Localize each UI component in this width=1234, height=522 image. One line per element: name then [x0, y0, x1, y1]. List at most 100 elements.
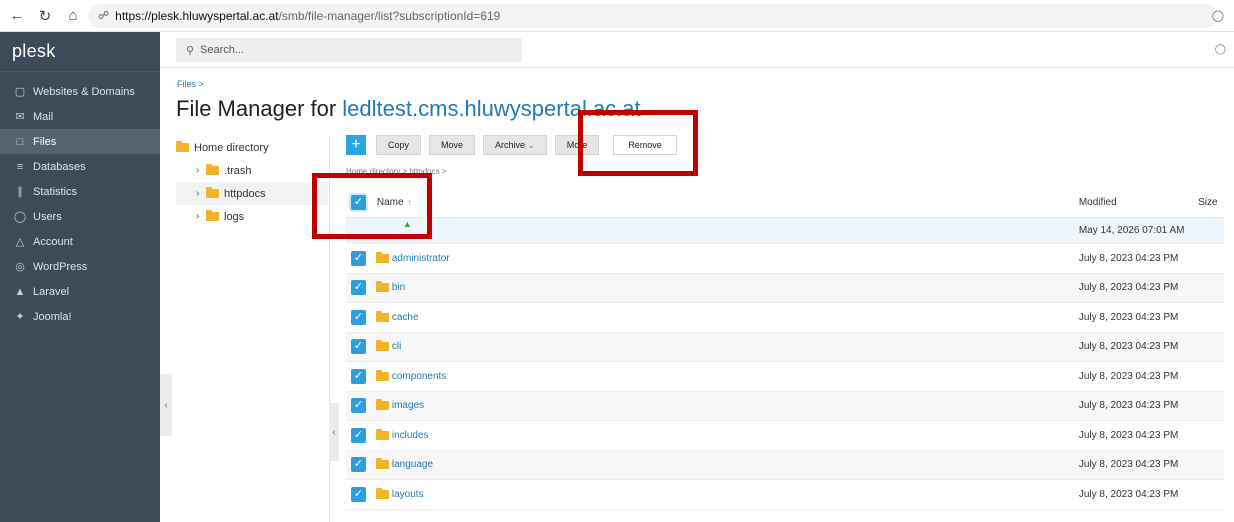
sidebar-item-websites-domains[interactable]: ▢ Websites & Domains	[0, 79, 160, 104]
row-checkbox[interactable]: ✓	[350, 398, 366, 414]
tree-item-logs[interactable]: › logs	[176, 205, 328, 228]
sidebar-item-joomla[interactable]: ✦ Joomla!	[0, 304, 160, 329]
tree-item-home[interactable]: Home directory	[176, 136, 328, 159]
browser-profile-icon[interactable]: ◯	[1212, 9, 1224, 22]
directory-tree: Home directory › .trash › httpdocs › log…	[176, 136, 328, 228]
row-checkbox[interactable]: ✓	[350, 368, 366, 384]
chevron-right-icon[interactable]: ›	[196, 188, 206, 199]
sidebar-item-wordpress[interactable]: ◎ WordPress	[0, 254, 160, 279]
folder-icon	[375, 369, 389, 381]
sidebar-item-files[interactable]: □ Files	[0, 129, 160, 154]
sidebar-item-laravel[interactable]: ▲ Laravel	[0, 279, 160, 304]
chevron-down-icon: ⌄	[528, 140, 535, 150]
sidebar-item-label: Mail	[33, 110, 54, 123]
modified-cell: July 8, 2023 04:23 PM	[1078, 459, 1179, 471]
sidebar-item-users[interactable]: ◯ Users	[0, 204, 160, 229]
file-name-link[interactable]: components	[392, 371, 446, 382]
table-row[interactable]: ✓ cli July 8, 2023 04:23 PM	[346, 332, 1224, 362]
breadcrumb-files-link[interactable]: Files	[177, 79, 196, 89]
chevron-left-icon: ‹	[332, 426, 336, 438]
url-path: /smb/file-manager/list?subscriptionId=61…	[278, 8, 501, 23]
tree-collapse-button[interactable]: ‹	[329, 403, 339, 461]
page-title-prefix: File Manager for	[176, 96, 343, 121]
file-name-link[interactable]: cache	[392, 312, 419, 323]
annotation-highlight-box	[312, 173, 432, 239]
tree-item-label: Home directory	[194, 141, 269, 154]
sidebar: plesk ▢ Websites & Domains ✉ Mail □ File…	[0, 32, 160, 522]
archive-button[interactable]: Archive ⌄	[483, 135, 547, 155]
statistics-icon: ∥	[17, 186, 23, 198]
column-header-modified[interactable]: Modified	[1079, 197, 1198, 208]
sidebar-item-mail[interactable]: ✉ Mail	[0, 104, 160, 129]
folder-icon	[375, 458, 389, 470]
sidebar-item-account[interactable]: △ Account	[0, 229, 160, 254]
table-row[interactable]: ✓ language July 8, 2023 04:23 PM	[346, 450, 1224, 480]
row-checkbox[interactable]: ✓	[350, 309, 366, 325]
file-name-link[interactable]: includes	[392, 430, 429, 441]
file-name-link[interactable]: language	[392, 459, 433, 470]
table-row[interactable]: ✓ cache July 8, 2023 04:23 PM	[346, 303, 1224, 333]
tree-item-label: logs	[224, 210, 245, 223]
table-row[interactable]: ✓ images July 8, 2023 04:23 PM	[346, 391, 1224, 421]
add-button[interactable]: +	[346, 135, 366, 155]
file-name-link[interactable]: bin	[392, 282, 405, 293]
sidebar-item-label: WordPress	[33, 260, 88, 273]
folder-icon	[176, 141, 189, 152]
folder-icon	[206, 210, 219, 221]
row-checkbox[interactable]: ✓	[350, 427, 366, 443]
tree-item-label: .trash	[224, 164, 252, 177]
modified-cell: July 8, 2023 04:23 PM	[1078, 370, 1179, 382]
file-name-link[interactable]: cli	[392, 341, 401, 352]
sidebar-item-label: Laravel	[33, 285, 70, 298]
move-button[interactable]: Move	[429, 135, 476, 155]
plus-icon: +	[351, 136, 361, 153]
modified-cell: July 8, 2023 04:23 PM	[1078, 252, 1179, 264]
table-row[interactable]: ✓ components July 8, 2023 04:23 PM	[346, 362, 1224, 392]
table-row[interactable]: ✓ layouts July 8, 2023 04:23 PM	[346, 480, 1224, 510]
table-row[interactable]: ✓ bin July 8, 2023 04:23 PM	[346, 273, 1224, 303]
column-header-size[interactable]: Size	[1198, 197, 1224, 208]
sidebar-item-statistics[interactable]: ∥ Statistics	[0, 179, 160, 204]
chevron-left-icon: ‹	[164, 399, 168, 411]
tree-item-httpdocs[interactable]: › httpdocs	[176, 182, 328, 205]
database-icon: ≡	[16, 160, 24, 173]
sidebar-item-label: Joomla!	[33, 310, 72, 323]
sidebar-item-label: Websites & Domains	[33, 85, 135, 98]
address-bar[interactable]: ☍ https://plesk.hluwyspertal.ac.at/smb/f…	[88, 3, 1218, 28]
page-info-icon[interactable]: ☍	[98, 9, 109, 22]
user-icon[interactable]: ◯	[1215, 44, 1226, 55]
folder-icon	[375, 399, 389, 411]
row-checkbox[interactable]: ✓	[350, 250, 366, 266]
chevron-right-icon[interactable]: ›	[196, 211, 206, 222]
sidebar-item-databases[interactable]: ≡ Databases	[0, 154, 160, 179]
search-placeholder: Search...	[200, 44, 245, 56]
top-bar: ⚲ Search... ◯	[160, 32, 1234, 68]
modified-cell: July 8, 2023 04:23 PM	[1078, 429, 1179, 441]
refresh-icon[interactable]: ↻	[34, 5, 56, 27]
tree-item-trash[interactable]: › .trash	[176, 159, 328, 182]
row-checkbox[interactable]: ✓	[350, 486, 366, 502]
row-checkbox[interactable]: ✓	[350, 457, 366, 473]
folder-icon	[375, 310, 389, 322]
sidebar-collapse-button[interactable]: ‹	[160, 374, 172, 436]
search-input[interactable]: ⚲ Search...	[176, 38, 522, 62]
folder-icon	[375, 281, 389, 293]
file-name-link[interactable]: layouts	[392, 489, 424, 500]
row-checkbox[interactable]: ✓	[350, 280, 366, 296]
breadcrumb: Files >	[177, 79, 204, 89]
back-arrow-icon[interactable]: ←	[6, 5, 28, 27]
chevron-right-icon[interactable]: ›	[196, 165, 206, 176]
copy-button[interactable]: Copy	[376, 135, 422, 155]
file-name-link[interactable]: administrator	[392, 253, 450, 264]
plesk-logo[interactable]: plesk	[0, 32, 160, 72]
table-row[interactable]: ✓ includes July 8, 2023 04:23 PM	[346, 421, 1224, 451]
browser-toolbar: ← ↻ ⌂ ☍ https://plesk.hluwyspertal.ac.at…	[0, 0, 1234, 32]
breadcrumb-separator: >	[198, 79, 204, 89]
modified-cell: July 8, 2023 04:23 PM	[1078, 400, 1179, 412]
row-checkbox[interactable]: ✓	[350, 339, 366, 355]
laravel-icon: ▲	[14, 285, 26, 298]
file-name-link[interactable]: images	[392, 400, 424, 411]
table-row-parent[interactable]: ▲ May 14, 2026 07:01 AM	[346, 218, 1224, 244]
table-row[interactable]: ✓ administrator July 8, 2023 04:23 PM	[346, 244, 1224, 274]
home-icon[interactable]: ⌂	[62, 5, 84, 27]
